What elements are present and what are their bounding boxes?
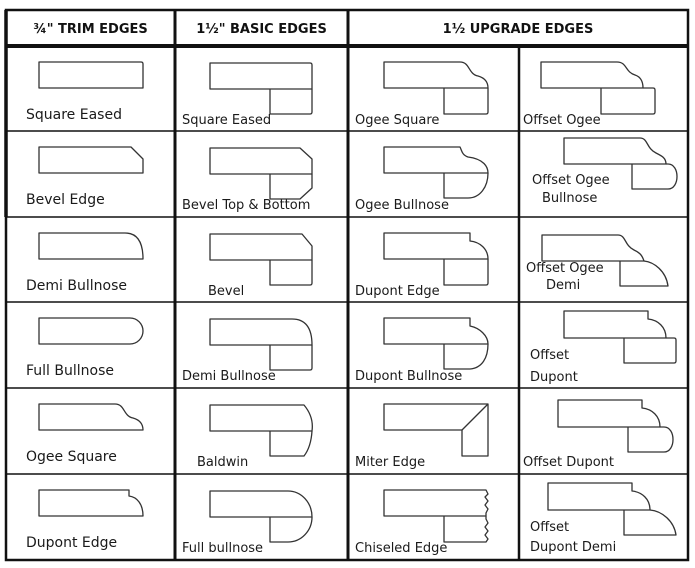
edge-label: Square Eased [26, 107, 122, 123]
edge-label: Demi [546, 278, 580, 293]
header-trim: ¾" TRIM EDGES [33, 22, 148, 37]
edge-label: Dupont [530, 370, 578, 385]
edge-profile-chart: Square Eased Bevel Edge Demi Bullnose Full … [0, 0, 695, 568]
edge-label: Bullnose [542, 191, 597, 206]
edge-label: Chiseled Edge [355, 541, 447, 556]
edge-label: Offset [530, 348, 569, 363]
edge-label: Square Eased [182, 113, 271, 128]
edge-label: Miter Edge [355, 455, 425, 470]
edge-label: Ogee Square [26, 449, 117, 465]
edge-label: Dupont Edge [26, 535, 117, 551]
edge-label: Offset Dupont [523, 455, 614, 470]
edge-label: Offset Ogee [532, 173, 610, 188]
edge-label: Full Bullnose [26, 363, 114, 379]
edge-label: Bevel [208, 284, 244, 299]
header-upgrade: 1½ UPGRADE EDGES [443, 22, 594, 37]
edge-label: Offset Ogee [523, 113, 601, 128]
edge-label: Demi Bullnose [182, 369, 276, 384]
edge-label: Ogee Bullnose [355, 198, 449, 213]
edge-label: Dupont Edge [355, 284, 440, 299]
edge-label: Dupont Bullnose [355, 369, 462, 384]
header-basic: 1½" BASIC EDGES [196, 22, 327, 37]
edge-label: Full bullnose [182, 541, 263, 556]
edge-label: Bevel Top & Bottom [182, 198, 310, 213]
edge-label: Offset Ogee [526, 261, 604, 276]
edge-label: Ogee Square [355, 113, 439, 128]
edge-label: Baldwin [197, 455, 248, 470]
edge-label: Offset [530, 520, 569, 535]
edge-label: Dupont Demi [530, 540, 616, 555]
edge-label: Bevel Edge [26, 192, 105, 208]
edge-label: Demi Bullnose [26, 278, 127, 294]
